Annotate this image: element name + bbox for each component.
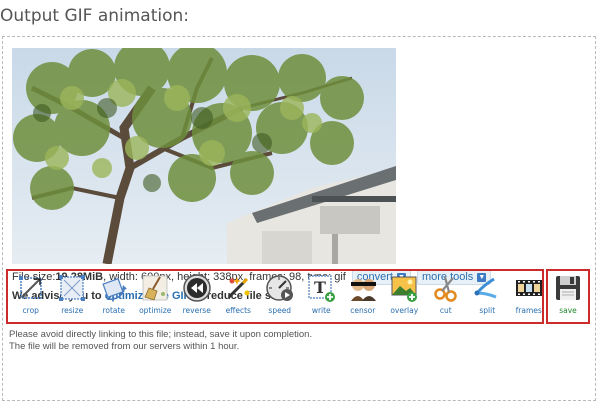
tool-label: effects bbox=[225, 306, 251, 315]
tool-cut[interactable]: cut bbox=[425, 273, 467, 319]
tool-effects[interactable]: effects bbox=[218, 273, 260, 319]
tool-optimize[interactable]: optimize bbox=[135, 273, 177, 319]
tool-write[interactable]: T write bbox=[301, 273, 343, 319]
page-title: Output GIF animation: bbox=[0, 6, 190, 26]
tool-reverse[interactable]: reverse bbox=[176, 273, 218, 319]
tool-label: optimize bbox=[139, 306, 172, 315]
notice-line-1: Please avoid directly linking to this fi… bbox=[9, 329, 313, 340]
split-icon bbox=[474, 277, 497, 299]
floppy-disk-icon bbox=[556, 276, 580, 300]
tree-preview-image bbox=[12, 48, 396, 264]
save-label: save bbox=[559, 306, 577, 315]
tool-split[interactable]: split bbox=[467, 273, 509, 319]
tool-resize[interactable]: resize bbox=[52, 273, 94, 319]
tool-overlay[interactable]: overlay bbox=[384, 273, 426, 319]
tool-label: cut bbox=[439, 306, 452, 315]
notice-line-2: The file will be removed from our server… bbox=[9, 341, 240, 352]
film-frames-icon bbox=[515, 280, 542, 296]
save-button[interactable]: save bbox=[550, 273, 586, 319]
gif-preview bbox=[12, 48, 396, 264]
tool-censor[interactable]: censor bbox=[342, 273, 384, 319]
speed-icon bbox=[266, 275, 293, 301]
tool-label: reverse bbox=[182, 306, 211, 315]
tool-label: speed bbox=[268, 306, 292, 315]
optimize-broom-icon bbox=[142, 275, 168, 301]
tool-label: censor bbox=[350, 306, 376, 315]
tool-label: resize bbox=[61, 306, 84, 315]
tool-label: frames bbox=[515, 306, 542, 315]
rotate-icon bbox=[102, 277, 127, 300]
notice-text: Please avoid directly linking to this fi… bbox=[9, 329, 312, 353]
crop-icon bbox=[18, 276, 42, 299]
tool-rotate[interactable]: rotate bbox=[93, 273, 135, 319]
write-text-icon: T bbox=[308, 275, 336, 302]
scissors-icon bbox=[434, 276, 457, 302]
resize-icon bbox=[59, 275, 86, 301]
svg-text:T: T bbox=[314, 278, 326, 297]
effects-wand-icon bbox=[228, 277, 250, 299]
tool-label: split bbox=[479, 306, 496, 315]
tool-label: rotate bbox=[102, 306, 126, 315]
overlay-image-icon bbox=[391, 276, 418, 302]
tools-toolbar: crop resize rotate optimize reverse effe… bbox=[10, 273, 550, 319]
tool-crop[interactable]: crop bbox=[10, 273, 52, 319]
tool-label: write bbox=[311, 306, 331, 315]
tool-label: crop bbox=[22, 306, 39, 315]
reverse-icon bbox=[183, 274, 211, 302]
tool-speed[interactable]: speed bbox=[259, 273, 301, 319]
tool-frames[interactable]: frames bbox=[508, 273, 550, 319]
tool-label: overlay bbox=[390, 306, 419, 315]
censor-icon bbox=[350, 279, 376, 301]
